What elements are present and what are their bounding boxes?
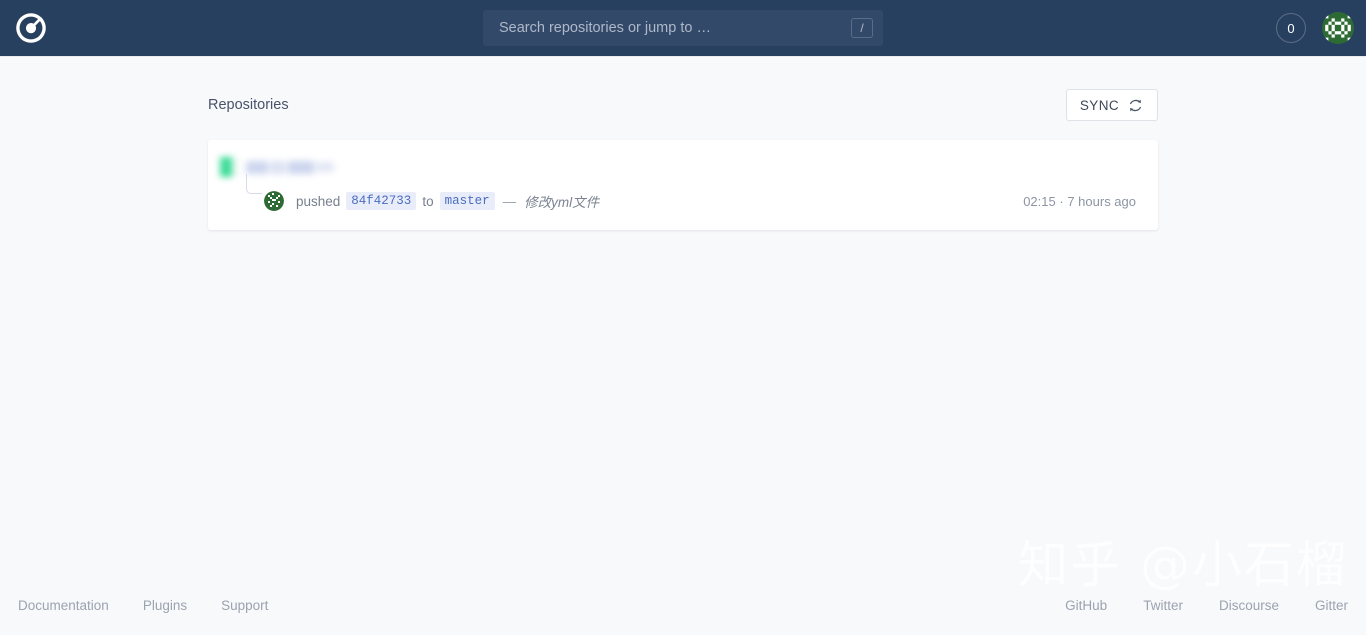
commit-hash-link[interactable]: 84f42733	[346, 192, 417, 210]
footer-link-plugins[interactable]: Plugins	[143, 598, 187, 613]
sync-button-label: SYNC	[1079, 97, 1119, 113]
activity-timestamp: 02:15 · 7 hours ago	[1023, 194, 1136, 209]
redacted-text-block	[246, 160, 268, 174]
footer-link-documentation[interactable]: Documentation	[18, 598, 109, 613]
page-header: Repositories SYNC	[208, 78, 1158, 132]
build-time: 02:15	[1023, 193, 1056, 209]
committer-avatar	[264, 191, 284, 211]
activity-action: pushed	[296, 193, 341, 209]
repository-activity-row[interactable]: pushed 84f42733 to master — 修改yml文件 02:1…	[220, 174, 1136, 216]
footer-links-left: Documentation Plugins Support	[18, 598, 268, 613]
global-search[interactable]: /	[483, 10, 883, 46]
search-shortcut-badge: /	[851, 18, 873, 38]
refresh-icon	[1127, 97, 1144, 114]
drone-logo-link[interactable]	[3, 0, 59, 56]
avatar[interactable]	[1322, 12, 1354, 44]
sync-button[interactable]: SYNC	[1065, 89, 1158, 121]
repository-list: pushed 84f42733 to master — 修改yml文件 02:1…	[208, 140, 1158, 230]
drone-logo-icon	[14, 11, 48, 45]
branch-name-link[interactable]: master	[439, 192, 495, 210]
footer-link-github[interactable]: GitHub	[1065, 598, 1107, 613]
page-footer: Documentation Plugins Support GitHub Twi…	[0, 575, 1366, 635]
activity-separator: —	[502, 193, 517, 209]
redacted-text-block	[316, 162, 334, 172]
build-status-indicator	[220, 157, 232, 177]
repository-card[interactable]: pushed 84f42733 to master — 修改yml文件 02:1…	[208, 140, 1158, 230]
redacted-text-block	[288, 160, 314, 174]
footer-links-right: GitHub Twitter Discourse Gitter	[1065, 598, 1348, 613]
status-indicator-pad	[232, 157, 238, 177]
footer-link-gitter[interactable]: Gitter	[1315, 598, 1348, 613]
time-separator: ·	[1059, 193, 1064, 209]
redacted-text-block	[270, 160, 286, 174]
relative-time: 7 hours ago	[1067, 193, 1136, 209]
page-title: Repositories	[208, 97, 289, 113]
header-actions: 0	[1276, 0, 1354, 56]
activity-preposition: to	[422, 193, 434, 209]
top-navigation-bar: / 0	[0, 0, 1366, 56]
repository-name-redacted[interactable]	[220, 156, 340, 178]
main-content: Repositories SYNC pushed 84f42733 to mas…	[208, 56, 1158, 230]
activity-description: pushed 84f42733 to master — 修改yml文件	[296, 191, 599, 211]
commit-message: 修改yml文件	[524, 195, 600, 210]
footer-link-support[interactable]: Support	[221, 598, 268, 613]
footer-link-discourse[interactable]: Discourse	[1219, 598, 1279, 613]
search-input[interactable]	[483, 10, 883, 46]
tree-connector-line	[246, 174, 262, 194]
footer-link-twitter[interactable]: Twitter	[1143, 598, 1183, 613]
active-builds-badge[interactable]: 0	[1276, 13, 1306, 43]
